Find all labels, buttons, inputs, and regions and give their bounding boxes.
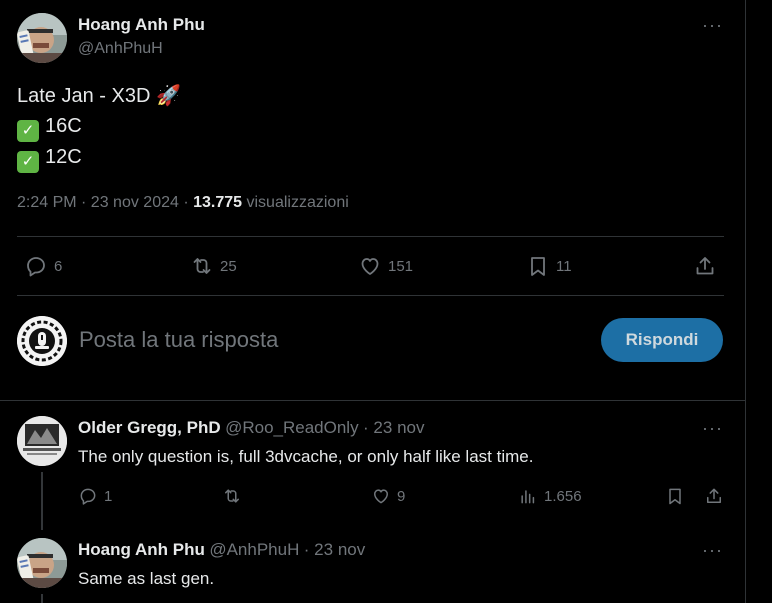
reply-button[interactable]: 1	[78, 486, 112, 506]
more-icon[interactable]: ···	[702, 419, 723, 437]
thread-line	[41, 472, 43, 530]
share-button[interactable]	[693, 254, 717, 278]
divider	[17, 295, 724, 296]
reply-icon	[27, 257, 45, 277]
tweet-line-1: Late Jan - X3D 🚀	[17, 81, 181, 111]
timeline-column: Hoang Anh Phu @AnhPhuH ··· Late Jan - X3…	[0, 0, 746, 603]
reply-author-avatar[interactable]	[17, 416, 67, 466]
views-count: 1.656	[544, 487, 582, 505]
more-icon[interactable]: ···	[702, 16, 723, 34]
reply-date[interactable]: · 23 nov	[363, 418, 424, 437]
like-icon	[374, 489, 388, 504]
share-button[interactable]	[704, 486, 724, 506]
check-icon: ✓	[17, 151, 39, 173]
repost-icon	[193, 258, 211, 274]
repost-icon	[225, 489, 239, 503]
reply-author-name[interactable]: Older Gregg, PhD	[78, 418, 221, 437]
user-avatar[interactable]	[17, 316, 67, 366]
like-button[interactable]: 9	[371, 486, 405, 506]
reply-date[interactable]: · 23 nov	[304, 540, 365, 559]
tweet-item-12c: 12C	[45, 146, 82, 168]
divider	[0, 400, 745, 401]
views-label: visualizzazioni	[246, 194, 349, 211]
reply-count: 1	[104, 487, 113, 505]
repost-count: 25	[220, 257, 237, 275]
tweet-line-1-text: Late Jan - X3D	[17, 85, 151, 107]
reply-author-handle[interactable]: @Roo_ReadOnly	[225, 418, 359, 437]
bookmark-icon	[531, 257, 545, 276]
bookmark-button[interactable]: 11	[526, 254, 572, 278]
reply-author-avatar[interactable]	[17, 538, 67, 588]
bookmark-count: 11	[556, 257, 572, 275]
bookmark-icon	[669, 488, 681, 505]
views-count: 13.775	[193, 194, 243, 211]
thread-line	[41, 594, 43, 603]
share-icon	[696, 257, 714, 275]
repost-button[interactable]	[222, 486, 248, 506]
like-icon	[361, 258, 379, 275]
reply-header: Older Gregg, PhD @Roo_ReadOnly · 23 nov	[78, 418, 424, 438]
reply-text: The only question is, full 3dvcache, or …	[78, 447, 534, 466]
author-handle[interactable]: @AnhPhuH	[78, 40, 163, 58]
divider	[17, 236, 724, 237]
like-button[interactable]: 151	[358, 254, 413, 278]
views-icon	[521, 490, 535, 504]
views-button[interactable]: 1.656	[518, 486, 582, 506]
reply-composer-input[interactable]: Posta la tua risposta	[79, 327, 278, 353]
reply-count: 6	[54, 257, 63, 275]
reply-author-handle[interactable]: @AnhPhuH	[209, 540, 299, 559]
tweet-body: Late Jan - X3D 🚀 ✓ 16C ✓ 12C	[17, 81, 181, 173]
reply-button[interactable]: 6	[24, 254, 62, 278]
tweet-item-16c: 16C	[45, 115, 82, 137]
reply-header: Hoang Anh Phu @AnhPhuH · 23 nov	[78, 540, 365, 560]
reply-author-name[interactable]: Hoang Anh Phu	[78, 540, 205, 559]
share-icon	[707, 488, 721, 503]
tweet-line-3: ✓ 12C	[17, 142, 181, 173]
rocket-emoji: 🚀	[155, 85, 181, 107]
like-count: 9	[397, 487, 406, 505]
reply-icon	[80, 488, 96, 505]
repost-button[interactable]: 25	[190, 254, 237, 278]
check-icon: ✓	[17, 120, 39, 142]
bookmark-button[interactable]	[665, 486, 685, 506]
author-avatar[interactable]	[17, 13, 67, 63]
tweet-meta: 2:24 PM · 23 nov 2024 · 13.775 visualizz…	[17, 194, 349, 212]
more-icon[interactable]: ···	[702, 541, 723, 559]
reply-submit-button[interactable]: Rispondi	[601, 318, 723, 362]
tweet-timestamp[interactable]: 2:24 PM · 23 nov 2024 ·	[17, 194, 189, 211]
tweet-line-2: ✓ 16C	[17, 111, 181, 142]
reply-text: Same as last gen.	[78, 569, 215, 588]
like-count: 151	[388, 257, 414, 275]
author-name[interactable]: Hoang Anh Phu	[78, 15, 205, 35]
